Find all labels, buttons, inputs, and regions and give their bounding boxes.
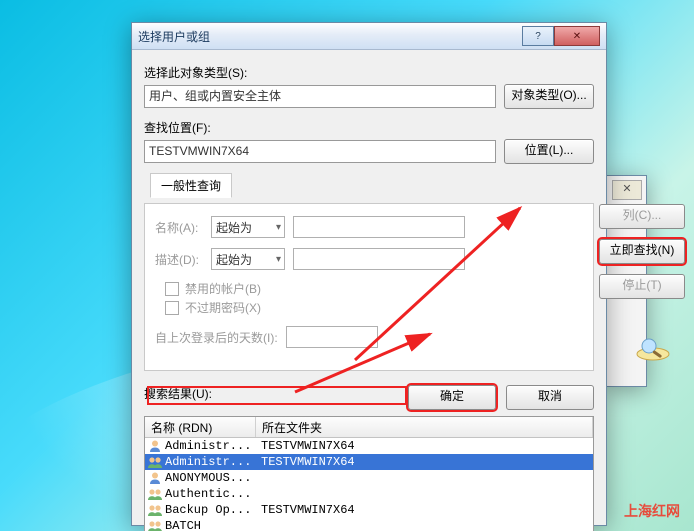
group-icon (147, 455, 163, 469)
list-item[interactable]: Backup Op...TESTVMWIN7X64 (145, 502, 593, 518)
common-queries-group: 名称(A): 起始为 描述(D): 起始为 禁用的帐户(B) 不过期密码(X) (144, 203, 594, 371)
group-icon (147, 503, 163, 517)
name-label: 名称(A): (155, 219, 211, 236)
user-icon (147, 471, 163, 485)
list-item-folder: TESTVMWIN7X64 (261, 503, 593, 517)
titlebar[interactable]: 选择用户或组 ? ✕ (132, 23, 606, 50)
group-icon (147, 519, 163, 531)
description-input[interactable] (293, 248, 465, 270)
close-button[interactable]: ✕ (554, 26, 600, 46)
description-label: 描述(D): (155, 251, 211, 268)
stop-button[interactable]: 停止(T) (599, 274, 685, 299)
list-item-folder: TESTVMWIN7X64 (261, 439, 593, 453)
days-since-logon-input[interactable] (286, 326, 378, 348)
dialog-title: 选择用户或组 (138, 28, 210, 45)
column-folder[interactable]: 所在文件夹 (256, 417, 593, 437)
list-item[interactable]: ANONYMOUS... (145, 470, 593, 486)
nonexpiring-password-checkbox[interactable]: 不过期密码(X) (165, 299, 583, 316)
cancel-button[interactable]: 取消 (506, 385, 594, 410)
user-icon (147, 439, 163, 453)
days-since-logon-label: 自上次登录后的天数(I): (155, 329, 278, 346)
location-field: TESTVMWIN7X64 (144, 140, 496, 163)
list-item-name: Authentic... (165, 487, 261, 501)
object-type-label: 选择此对象类型(S): (144, 64, 594, 81)
list-item[interactable]: BATCH (145, 518, 593, 531)
list-item-name: BATCH (165, 519, 261, 531)
list-item[interactable]: Administr...TESTVMWIN7X64 (145, 454, 593, 470)
select-user-or-group-dialog: 选择用户或组 ? ✕ 选择此对象类型(S): 用户、组或内置安全主体 对象类型(… (131, 22, 607, 526)
search-results-list[interactable]: 名称 (RDN) 所在文件夹 Administr...TESTVMWIN7X64… (144, 416, 594, 531)
name-match-combo[interactable]: 起始为 (211, 216, 285, 238)
location-label: 查找位置(F): (144, 119, 594, 136)
list-item-name: Administr... (165, 455, 261, 469)
name-input[interactable] (293, 216, 465, 238)
object-types-button[interactable]: 对象类型(O)... (504, 84, 594, 109)
search-decor-icon (633, 334, 673, 362)
background-close-button[interactable]: ✕ (612, 180, 642, 200)
find-now-button[interactable]: 立即查找(N) (599, 239, 685, 264)
list-item-folder: TESTVMWIN7X64 (261, 455, 593, 469)
ok-button[interactable]: 确定 (408, 385, 496, 410)
list-item[interactable]: Administr...TESTVMWIN7X64 (145, 438, 593, 454)
locations-button[interactable]: 位置(L)... (504, 139, 594, 164)
description-match-combo[interactable]: 起始为 (211, 248, 285, 270)
object-type-field: 用户、组或内置安全主体 (144, 85, 496, 108)
list-item-name: Backup Op... (165, 503, 261, 517)
columns-button[interactable]: 列(C)... (599, 204, 685, 229)
help-button[interactable]: ? (522, 26, 554, 46)
watermark: 上海红网 (624, 501, 680, 521)
group-icon (147, 487, 163, 501)
list-item-name: ANONYMOUS... (165, 471, 261, 485)
list-item[interactable]: Authentic... (145, 486, 593, 502)
common-queries-tab[interactable]: 一般性查询 (150, 173, 232, 198)
disabled-accounts-checkbox[interactable]: 禁用的帐户(B) (165, 280, 583, 297)
list-header[interactable]: 名称 (RDN) 所在文件夹 (145, 417, 593, 438)
list-item-name: Administr... (165, 439, 261, 453)
column-name[interactable]: 名称 (RDN) (145, 417, 256, 437)
